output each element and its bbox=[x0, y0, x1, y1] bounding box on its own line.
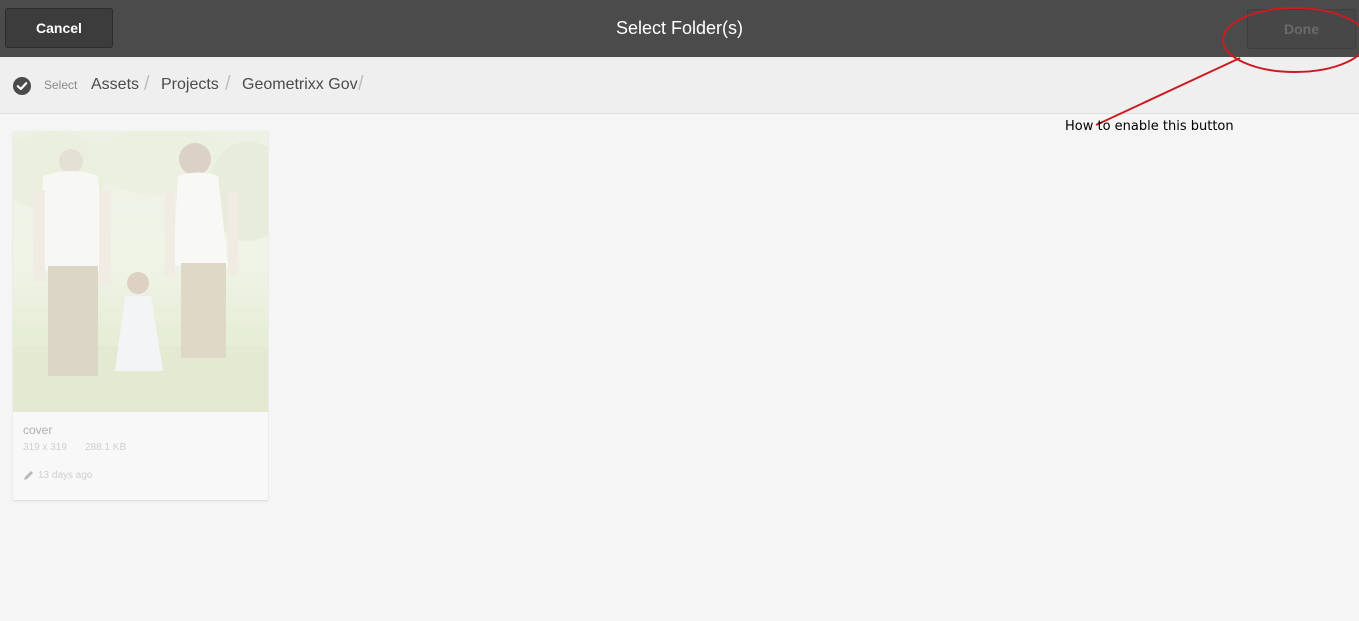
asset-modified: 13 days ago bbox=[23, 470, 93, 481]
asset-modified-label: 13 days ago bbox=[38, 470, 93, 481]
select-label[interactable]: Select bbox=[44, 78, 77, 92]
done-button[interactable]: Done bbox=[1247, 9, 1356, 49]
check-circle-icon[interactable] bbox=[13, 77, 31, 95]
annotation-text: How to enable this button bbox=[1065, 119, 1234, 134]
asset-thumbnail[interactable] bbox=[13, 131, 268, 412]
breadcrumb-separator: / bbox=[358, 73, 364, 95]
breadcrumb-item-geometrixx-gov[interactable]: Geometrixx Gov bbox=[242, 76, 358, 94]
asset-title: cover bbox=[23, 423, 53, 437]
breadcrumb-item-projects[interactable]: Projects bbox=[161, 76, 219, 94]
breadcrumb-separator: / bbox=[144, 73, 150, 95]
asset-size: 288.1 KB bbox=[85, 442, 127, 453]
breadcrumb-item-assets[interactable]: Assets bbox=[91, 76, 139, 94]
asset-card[interactable]: cover 319 x 319 288.1 KB 13 days ago bbox=[13, 131, 268, 500]
pencil-icon bbox=[24, 471, 33, 480]
breadcrumb: Select Assets / Projects / Geometrixx Go… bbox=[0, 57, 1359, 114]
breadcrumb-separator: / bbox=[225, 73, 231, 95]
page-title: Select Folder(s) bbox=[615, 18, 744, 38]
top-toolbar: Cancel Select Folder(s) Done bbox=[0, 0, 1359, 57]
asset-dimensions: 319 x 319 bbox=[23, 442, 67, 453]
cancel-button[interactable]: Cancel bbox=[5, 8, 113, 48]
